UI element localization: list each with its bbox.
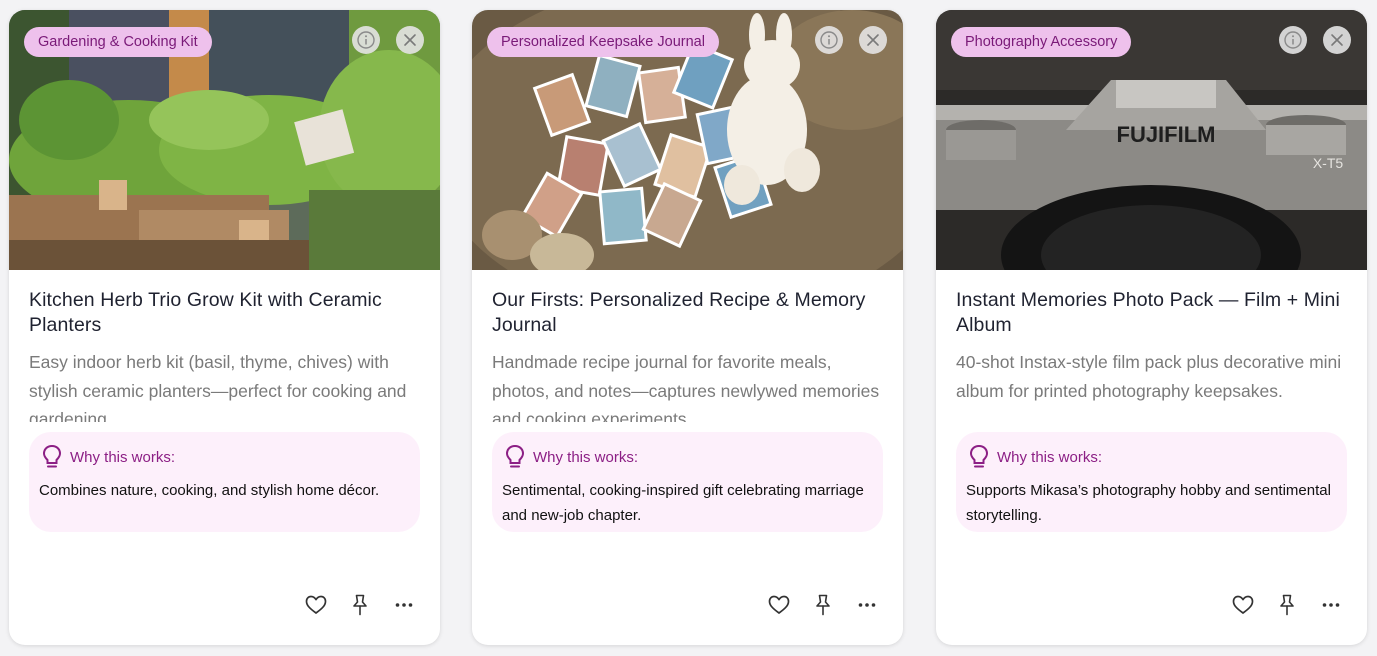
gift-card[interactable]: FUJIFILM X-T5 Photography Accessory Inst… <box>936 10 1367 645</box>
heart-icon <box>1232 595 1254 614</box>
product-title[interactable]: Our Firsts: Personalized Recipe & Memory… <box>492 288 883 338</box>
heart-icon <box>305 595 327 614</box>
dismiss-button[interactable] <box>859 26 887 54</box>
info-button[interactable] <box>1279 26 1307 54</box>
card-actions <box>304 593 416 617</box>
more-button[interactable] <box>1319 593 1343 617</box>
info-button[interactable] <box>352 26 380 54</box>
like-button[interactable] <box>304 593 328 617</box>
more-icon <box>395 603 413 607</box>
card-actions <box>1231 593 1343 617</box>
camera-model-text: X-T5 <box>1313 155 1344 171</box>
info-icon <box>820 31 838 49</box>
card-actions <box>767 593 879 617</box>
why-text: Supports Mikasa’s photography hobby and … <box>966 482 1331 524</box>
pin-icon <box>353 594 367 616</box>
why-this-works-box: Why this works: Sentimental, cooking-ins… <box>492 432 883 532</box>
close-icon <box>1331 34 1343 46</box>
product-description: Handmade recipe journal for favorite mea… <box>492 352 880 422</box>
pin-icon <box>1280 594 1294 616</box>
gift-card[interactable]: Gardening & Cooking Kit Kitchen Herb Tri… <box>9 10 440 645</box>
product-image: Personalized Keepsake Journal <box>472 10 903 270</box>
more-button[interactable] <box>392 593 416 617</box>
dismiss-button[interactable] <box>1323 26 1351 54</box>
heart-icon <box>768 595 790 614</box>
info-button[interactable] <box>815 26 843 54</box>
why-this-works-box: Why this works: Supports Mikasa’s photog… <box>956 432 1347 532</box>
info-icon <box>1284 31 1302 49</box>
why-label: Why this works: <box>70 448 176 466</box>
product-image: Gardening & Cooking Kit <box>9 10 440 270</box>
lightbulb-icon <box>969 444 989 468</box>
product-title[interactable]: Kitchen Herb Trio Grow Kit with Ceramic … <box>29 288 420 338</box>
pin-icon <box>816 594 830 616</box>
why-text: Sentimental, cooking-inspired gift celeb… <box>502 482 864 524</box>
why-label: Why this works: <box>997 448 1103 466</box>
pin-button[interactable] <box>348 593 372 617</box>
lightbulb-icon <box>42 444 62 468</box>
category-tag: Personalized Keepsake Journal <box>487 27 719 57</box>
product-title[interactable]: Instant Memories Photo Pack — Film + Min… <box>956 288 1347 338</box>
camera-brand-text: FUJIFILM <box>1117 122 1216 147</box>
info-icon <box>357 31 375 49</box>
pin-button[interactable] <box>811 593 835 617</box>
like-button[interactable] <box>767 593 791 617</box>
dismiss-button[interactable] <box>396 26 424 54</box>
product-image: FUJIFILM X-T5 Photography Accessory <box>936 10 1367 270</box>
product-description: 40-shot Instax-style film pack plus deco… <box>956 352 1342 401</box>
pin-button[interactable] <box>1275 593 1299 617</box>
gift-cards-grid: Gardening & Cooking Kit Kitchen Herb Tri… <box>0 0 1377 656</box>
category-tag: Photography Accessory <box>951 27 1132 57</box>
category-tag: Gardening & Cooking Kit <box>24 27 212 57</box>
more-icon <box>858 603 876 607</box>
close-icon <box>404 34 416 46</box>
why-text: Combines nature, cooking, and stylish ho… <box>39 482 380 499</box>
more-icon <box>1322 603 1340 607</box>
why-this-works-box: Why this works: Combines nature, cooking… <box>29 432 420 532</box>
close-icon <box>867 34 879 46</box>
product-description: Easy indoor herb kit (basil, thyme, chiv… <box>29 352 407 422</box>
like-button[interactable] <box>1231 593 1255 617</box>
lightbulb-icon <box>505 444 525 468</box>
gift-card[interactable]: Personalized Keepsake Journal Our Firsts… <box>472 10 903 645</box>
more-button[interactable] <box>855 593 879 617</box>
why-label: Why this works: <box>533 448 639 466</box>
